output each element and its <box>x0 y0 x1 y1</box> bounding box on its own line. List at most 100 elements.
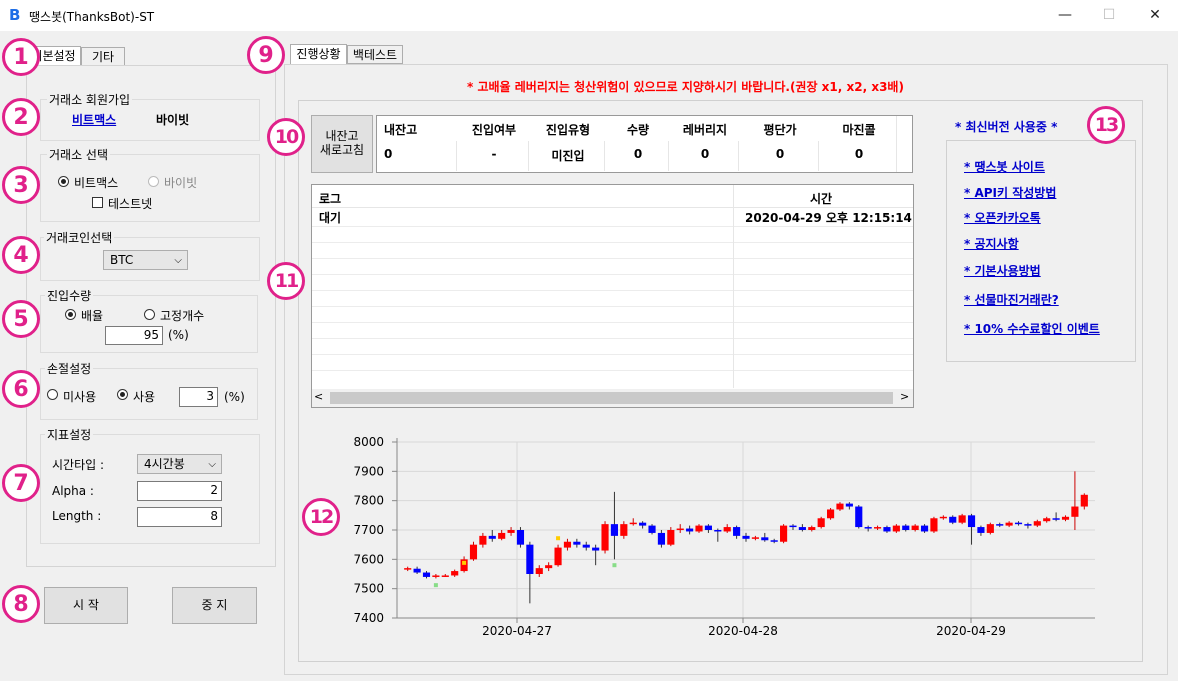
candle-body <box>808 527 816 530</box>
radio-stop-loss-off[interactable] <box>47 389 58 400</box>
candle-body <box>1043 518 1051 522</box>
timeframe-label: 시간타입 : <box>52 458 105 472</box>
candle-body <box>432 575 440 577</box>
candle-body <box>535 568 543 574</box>
candle-body <box>883 527 891 532</box>
radio-bitmex-label: 비트맥스 <box>74 176 119 190</box>
annotation-badge-6: 6 <box>2 370 40 408</box>
radio-fixed-count[interactable] <box>144 309 155 320</box>
candle-body <box>488 535 496 539</box>
candle-body <box>667 530 675 545</box>
entry-amount-input[interactable]: 95 <box>105 326 163 345</box>
scroll-right-icon[interactable]: > <box>900 390 909 403</box>
y-tick-label: 8000 <box>353 435 384 449</box>
minimize-button[interactable]: — <box>1042 0 1088 31</box>
candle-body <box>516 530 525 545</box>
radio-bybit[interactable] <box>148 176 159 187</box>
status-header-2: 진입유형 <box>545 123 591 137</box>
link-notices[interactable]: * 공지사항 <box>964 235 1019 252</box>
alpha-input[interactable]: 2 <box>137 481 222 501</box>
testnet-label: 테스트넷 <box>108 197 153 211</box>
stop-loss-input[interactable]: 3 <box>179 387 218 407</box>
status-divider <box>528 141 529 171</box>
timeframe-dropdown[interactable]: 4시간봉 ⌵ <box>137 454 222 474</box>
entry-amount-unit: (%) <box>168 328 189 342</box>
annotation-badge-2: 2 <box>2 98 40 136</box>
y-tick-label: 7800 <box>353 494 384 508</box>
signup-link-bitmex[interactable]: 비트맥스 <box>72 111 116 128</box>
stop-button[interactable]: 중 지 <box>172 587 257 624</box>
link-fee-discount-event[interactable]: * 10% 수수료할인 이벤트 <box>964 320 1100 337</box>
log-row-message: 대기 <box>319 211 342 225</box>
candle-body <box>422 572 431 577</box>
radio-stop-loss-on[interactable] <box>117 389 128 400</box>
log-row-line <box>312 338 913 339</box>
candle-body <box>892 525 900 532</box>
x-tick-label: 2020-04-29 <box>936 624 1006 638</box>
signal-marker <box>556 536 561 541</box>
link-api-key-guide[interactable]: * API키 작성방법 <box>964 184 1056 201</box>
annotation-badge-7: 7 <box>2 464 40 502</box>
stop-loss-unit: (%) <box>224 390 245 404</box>
length-input[interactable]: 8 <box>137 507 222 527</box>
candle-body <box>836 503 844 510</box>
candle-body <box>704 525 712 530</box>
candle-body <box>629 522 637 525</box>
status-divider <box>818 141 819 171</box>
scroll-thumb[interactable] <box>330 392 893 404</box>
refresh-balance-button[interactable]: 내잔고 새로고침 <box>311 115 373 173</box>
log-row-line <box>312 306 913 307</box>
candle-body <box>986 524 994 533</box>
annotation-badge-9: 9 <box>247 36 285 74</box>
candle-body <box>469 544 478 560</box>
y-tick-label: 7500 <box>353 582 384 596</box>
candle-body <box>817 518 825 528</box>
y-tick-label: 7400 <box>353 611 384 625</box>
log-row-line <box>312 370 913 371</box>
tab-etc[interactable]: 기타 <box>81 47 125 66</box>
log-row-line <box>312 290 913 291</box>
testnet-checkbox[interactable] <box>92 197 103 208</box>
window-title: 땡스봇(ThanksBot)-ST <box>29 10 155 24</box>
signup-link-bybit[interactable]: 바이빗 <box>156 111 189 128</box>
candle-body <box>1071 506 1079 517</box>
log-header-time: 시간 <box>810 192 833 206</box>
candle-body <box>855 506 863 528</box>
link-futures-margin[interactable]: * 선물마진거래란? <box>964 291 1059 308</box>
candle-body <box>498 532 506 539</box>
status-value-4: 0 <box>700 147 710 161</box>
candle-body <box>742 535 750 539</box>
radio-bitmex[interactable] <box>58 176 69 187</box>
y-tick-label: 7600 <box>353 552 384 566</box>
scroll-left-icon[interactable]: < <box>314 390 323 403</box>
y-tick-label: 7900 <box>353 464 384 478</box>
candle-body <box>526 544 534 574</box>
candle-body <box>413 568 421 573</box>
candle-body <box>563 541 572 548</box>
link-thanksbot-site[interactable]: * 땡스봇 사이트 <box>964 158 1045 175</box>
candle-body <box>1052 518 1060 520</box>
version-notice: * 최신버전 사용중 * <box>955 120 1058 134</box>
candle-body <box>695 525 703 532</box>
link-basic-usage[interactable]: * 기본사용방법 <box>964 262 1041 279</box>
annotation-badge-1: 1 <box>2 38 40 76</box>
maximize-button[interactable]: ☐ <box>1086 0 1132 31</box>
exchange-select-label: 거래소 선택 <box>47 146 111 163</box>
coin-dropdown[interactable]: BTC ⌵ <box>103 250 188 270</box>
stop-loss-label: 손절설정 <box>45 360 94 377</box>
start-button[interactable]: 시 작 <box>44 587 128 624</box>
radio-bybit-label: 바이빗 <box>164 176 198 190</box>
tab-backtest[interactable]: 백테스트 <box>347 45 403 64</box>
indicator-label: 지표설정 <box>45 426 94 443</box>
candle-body <box>864 527 872 529</box>
candle-body <box>601 524 609 551</box>
tab-progress[interactable]: 진행상황 <box>290 44 347 65</box>
log-header-divider <box>312 207 913 208</box>
log-row-line <box>312 274 913 275</box>
close-button[interactable]: ✕ <box>1132 0 1178 31</box>
radio-multiplier[interactable] <box>65 309 76 320</box>
candle-body <box>798 527 806 530</box>
status-divider <box>668 141 669 171</box>
link-open-kakaotalk[interactable]: * 오픈카카오톡 <box>964 209 1041 226</box>
candle-body <box>1024 524 1032 526</box>
